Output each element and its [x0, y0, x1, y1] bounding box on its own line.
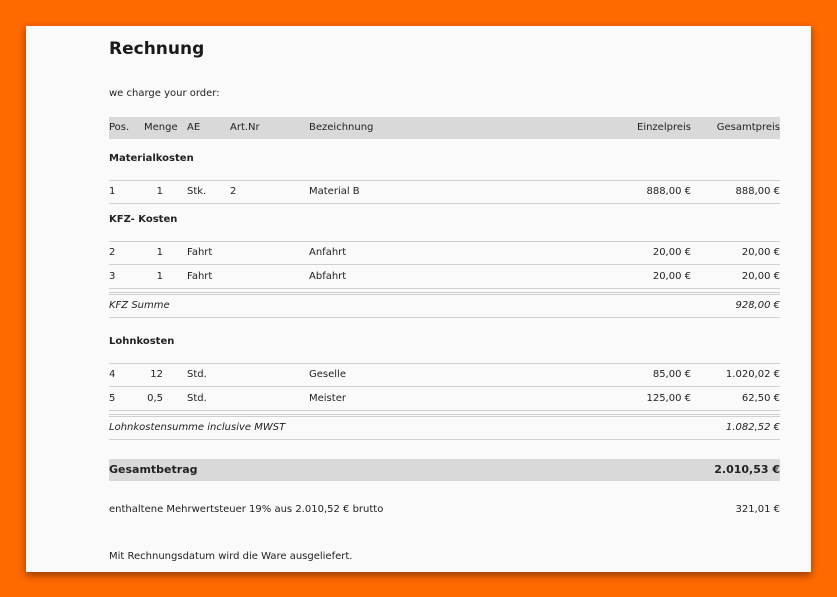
cell-menge: 1 [156, 247, 163, 258]
section-heading-kfz: KFZ- Kosten [109, 209, 780, 231]
invoice-page: Rechnung we charge your order: Pos. Meng… [26, 26, 811, 572]
table-row: 5 0,5 Std. Meister 125,00 € 62,50 € [109, 388, 780, 411]
cell-einzelpreis: 888,00 € [646, 186, 691, 197]
grand-total-value: 2.010,53 € [714, 463, 780, 476]
cell-menge: 1 [156, 271, 163, 282]
subtotal-row-kfz: KFZ Summe 928,00 € [109, 292, 780, 318]
table-row: 3 1 Fahrt Abfahrt 20,00 € 20,00 € [109, 266, 780, 289]
cell-gesamtpreis: 1.020,02 € [725, 369, 780, 380]
table-row: 4 12 Std. Geselle 85,00 € 1.020,02 € [109, 363, 780, 387]
table-row: 2 1 Fahrt Anfahrt 20,00 € 20,00 € [109, 241, 780, 265]
header-gesamtpreis: Gesamtpreis [716, 122, 780, 133]
header-ae: AE [187, 122, 201, 133]
subtotal-label: KFZ Summe [109, 300, 170, 311]
header-bezeichnung: Bezeichnung [309, 122, 374, 133]
subtotal-label: Lohnkostensumme inclusive MWST [109, 422, 286, 433]
cell-einzelpreis: 85,00 € [652, 369, 691, 380]
section-heading-label: Materialkosten [109, 153, 194, 164]
cell-ae: Fahrt [187, 247, 213, 258]
intro-text: we charge your order: [109, 88, 220, 99]
cell-einzelpreis: 125,00 € [646, 393, 691, 404]
cell-bezeichnung: Material B [309, 186, 360, 197]
header-pos: Pos. [109, 122, 130, 133]
cell-menge: 0,5 [147, 393, 163, 404]
section-heading-label: KFZ- Kosten [109, 214, 178, 225]
cell-artnr: 2 [230, 186, 237, 197]
cell-menge: 1 [156, 186, 163, 197]
cell-gesamtpreis: 20,00 € [741, 247, 780, 258]
cell-ae: Std. [187, 393, 207, 404]
section-heading-material: Materialkosten [109, 148, 780, 170]
footer-note: Mit Rechnungsdatum wird die Ware ausgeli… [109, 546, 780, 568]
grand-total-label: Gesamtbetrag [109, 463, 198, 476]
cell-einzelpreis: 20,00 € [652, 271, 691, 282]
page-title: Rechnung [109, 39, 205, 59]
subtotal-row-lohn: Lohnkostensumme inclusive MWST 1.082,52 … [109, 414, 780, 440]
table-row: 1 1 Stk. 2 Material B 888,00 € 888,00 € [109, 180, 780, 204]
grand-total-row: Gesamtbetrag 2.010,53 € [109, 459, 780, 481]
cell-bezeichnung: Anfahrt [309, 247, 347, 258]
cell-ae: Std. [187, 369, 207, 380]
cell-ae: Fahrt [187, 271, 213, 282]
cell-menge: 12 [150, 369, 163, 380]
cell-einzelpreis: 20,00 € [652, 247, 691, 258]
cell-gesamtpreis: 888,00 € [735, 186, 780, 197]
header-einzelpreis: Einzelpreis [637, 122, 691, 133]
table-header: Pos. Menge AE Art.Nr Bezeichnung Einzelp… [109, 117, 780, 139]
vat-note-row: enthaltene Mehrwertsteuer 19% aus 2.010,… [109, 499, 780, 521]
vat-note-value: 321,01 € [735, 504, 780, 515]
subtotal-value: 928,00 € [735, 300, 780, 311]
cell-bezeichnung: Geselle [309, 369, 346, 380]
cell-gesamtpreis: 20,00 € [741, 271, 780, 282]
cell-gesamtpreis: 62,50 € [741, 393, 780, 404]
header-menge: Menge [144, 122, 178, 133]
cell-bezeichnung: Abfahrt [309, 271, 347, 282]
cell-ae: Stk. [187, 186, 207, 197]
section-heading-label: Lohnkosten [109, 336, 175, 347]
cell-bezeichnung: Meister [309, 393, 346, 404]
section-heading-lohn: Lohnkosten [109, 331, 780, 353]
footer-note-text: Mit Rechnungsdatum wird die Ware ausgeli… [109, 551, 353, 562]
vat-note-label: enthaltene Mehrwertsteuer 19% aus 2.010,… [109, 504, 384, 515]
subtotal-value: 1.082,52 € [725, 422, 780, 433]
header-artnr: Art.Nr [230, 122, 260, 133]
